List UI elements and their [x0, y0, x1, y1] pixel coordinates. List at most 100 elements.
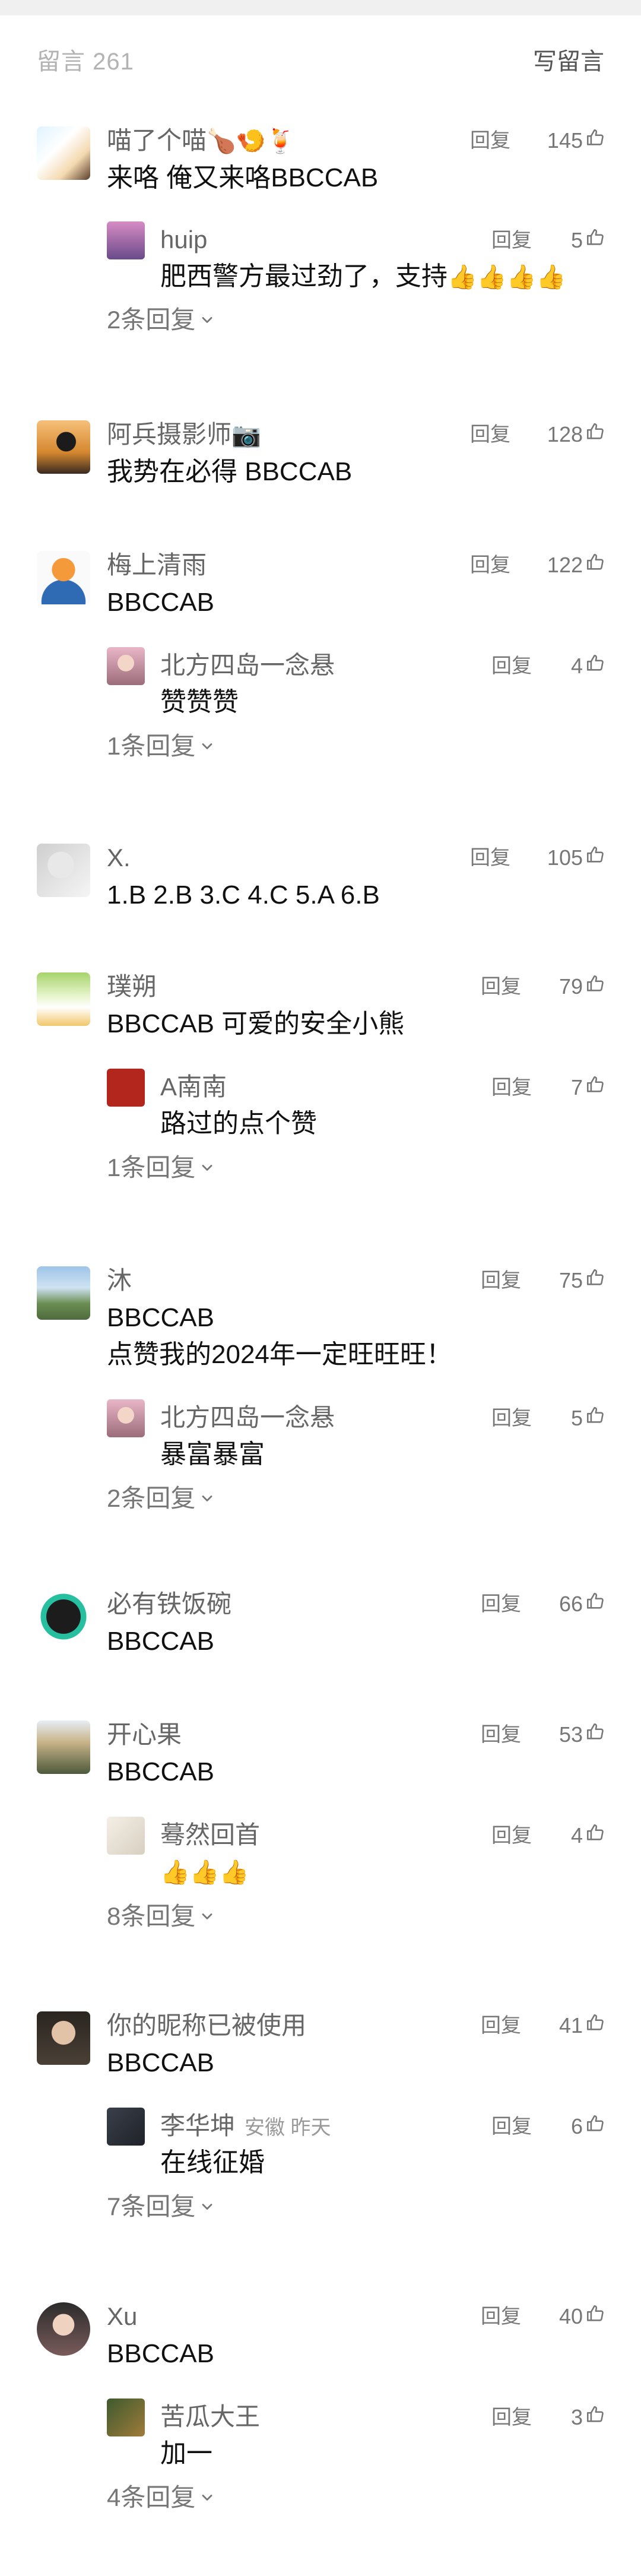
reply-author-name[interactable]: A南南: [160, 1073, 227, 1101]
expand-replies-button[interactable]: 4条回复: [107, 2479, 605, 2516]
reply-button[interactable]: 回复: [470, 122, 510, 160]
reply-button[interactable]: 回复: [491, 2108, 532, 2146]
avatar[interactable]: [37, 844, 90, 897]
comment-item: 开心果 回复 53 BBCCAB 蓦然回首 回复 4 👍👍👍 8条回复: [0, 1716, 641, 1935]
reply-avatar[interactable]: [107, 2108, 145, 2146]
like-button[interactable]: 105: [547, 839, 605, 877]
reply-button[interactable]: 回复: [481, 968, 521, 1006]
reply-avatar[interactable]: [107, 1399, 145, 1437]
like-button[interactable]: 79: [559, 968, 605, 1006]
write-comment-button[interactable]: 写留言: [533, 42, 604, 77]
like-count: 75: [559, 1268, 583, 1292]
reply-button[interactable]: 回复: [481, 2298, 521, 2336]
avatar[interactable]: [37, 420, 90, 474]
reply-author-name[interactable]: 苦瓜大王: [160, 2403, 260, 2431]
thumbs-up-icon: [585, 1262, 605, 1300]
reply-avatar[interactable]: [107, 647, 145, 685]
reply-button[interactable]: 回复: [491, 1069, 532, 1107]
commenter-name[interactable]: 开心果: [107, 1720, 182, 1748]
expand-replies-button[interactable]: 2条回复: [107, 302, 605, 338]
chevron-down-icon: [199, 2188, 215, 2225]
reply-button[interactable]: 回复: [470, 416, 510, 454]
like-button[interactable]: 3: [571, 2398, 605, 2436]
like-button[interactable]: 53: [559, 1716, 605, 1754]
commenter-name[interactable]: 阿兵摄影师: [107, 420, 231, 448]
avatar[interactable]: [37, 972, 90, 1026]
avatar[interactable]: [37, 126, 90, 180]
emoji-icon: 🍹: [265, 128, 296, 154]
reply-author-name[interactable]: 北方四岛一念悬: [160, 1403, 335, 1431]
reply-avatar[interactable]: [107, 2398, 145, 2436]
emoji-icon: 👍: [448, 264, 477, 290]
comment-text: BBCCAB: [107, 2339, 214, 2368]
reply-text-content: 肥西警方最过劲了，支持: [160, 262, 448, 291]
commenter-name[interactable]: 你的昵称已被使用: [107, 2011, 306, 2039]
avatar[interactable]: [37, 1720, 90, 1774]
reply-button[interactable]: 回复: [481, 1585, 521, 1623]
comment-item: 阿兵摄影师📷 回复 128 我势在必得 BBCCAB: [0, 416, 641, 490]
chevron-down-icon: [199, 728, 215, 765]
reply-text: 肥西警方最过劲了，支持👍👍👍👍: [160, 258, 605, 296]
reply-text: 在线征婚: [160, 2144, 605, 2181]
reply-author-name[interactable]: 李华坤: [160, 2112, 235, 2140]
like-button[interactable]: 6: [571, 2108, 605, 2146]
thumbs-up-icon: [585, 2398, 605, 2436]
comment-text: BBCCAB: [107, 1757, 214, 1786]
commenter-name[interactable]: Xu: [107, 2302, 137, 2330]
reply-author-name[interactable]: huip: [160, 226, 207, 254]
like-button[interactable]: 4: [571, 647, 605, 685]
like-count: 79: [559, 974, 583, 999]
like-button[interactable]: 122: [547, 546, 605, 584]
commenter-name[interactable]: 必有铁饭碗: [107, 1590, 231, 1618]
reply-button[interactable]: 回复: [491, 1817, 532, 1855]
commenter-name[interactable]: 喵了个喵: [107, 126, 207, 154]
avatar[interactable]: [37, 551, 90, 604]
like-button[interactable]: 40: [559, 2298, 605, 2336]
like-count: 105: [547, 845, 583, 870]
avatar[interactable]: [37, 2011, 90, 2065]
expand-replies-button[interactable]: 1条回复: [107, 728, 605, 765]
like-button[interactable]: 145: [547, 122, 605, 160]
like-button[interactable]: 5: [571, 1399, 605, 1437]
like-count: 5: [570, 228, 583, 252]
commenter-name[interactable]: 梅上清雨: [107, 551, 207, 579]
like-button[interactable]: 41: [559, 2007, 605, 2045]
reply-button[interactable]: 回复: [481, 1716, 521, 1754]
like-button[interactable]: 7: [571, 1069, 605, 1107]
expand-replies-button[interactable]: 7条回复: [107, 2188, 605, 2225]
expand-replies-button[interactable]: 8条回复: [107, 1898, 605, 1935]
reply-author-name[interactable]: 蓦然回首: [160, 1821, 260, 1849]
reply-author-name[interactable]: 北方四岛一念悬: [160, 651, 335, 679]
avatar[interactable]: [37, 1590, 90, 1643]
commenter-name[interactable]: X.: [107, 844, 131, 872]
like-count: 5: [570, 1406, 583, 1430]
thumbs-up-icon: [585, 1585, 605, 1623]
reply-text: 暴富暴富: [160, 1436, 605, 1473]
reply-button[interactable]: 回复: [491, 2398, 532, 2436]
commenter-name[interactable]: 沐: [107, 1266, 132, 1294]
thumbs-up-icon: [585, 1069, 605, 1107]
reply-avatar[interactable]: [107, 1069, 145, 1107]
expand-replies-button[interactable]: 2条回复: [107, 1480, 605, 1517]
like-button[interactable]: 75: [559, 1262, 605, 1300]
avatar[interactable]: [37, 2302, 90, 2356]
reply-avatar[interactable]: [107, 221, 145, 259]
like-button[interactable]: 5: [571, 221, 605, 259]
avatar[interactable]: [37, 1266, 90, 1320]
reply-button[interactable]: 回复: [470, 839, 510, 877]
like-button[interactable]: 4: [571, 1817, 605, 1855]
reply-button[interactable]: 回复: [470, 546, 510, 584]
expand-replies-label: 1条回复: [107, 732, 196, 760]
expand-replies-button[interactable]: 1条回复: [107, 1149, 605, 1186]
reply-button[interactable]: 回复: [491, 1399, 532, 1437]
reply-button[interactable]: 回复: [491, 221, 532, 259]
reply-button[interactable]: 回复: [481, 1262, 521, 1300]
like-button[interactable]: 66: [559, 1585, 605, 1623]
commenter-name[interactable]: 璞朔: [107, 972, 157, 1000]
comment-item: 必有铁饭碗 回复 66 BBCCAB: [0, 1585, 641, 1660]
reply-button[interactable]: 回复: [481, 2007, 521, 2045]
thumbs-up-icon: [585, 1817, 605, 1855]
reply-button[interactable]: 回复: [491, 647, 532, 685]
reply-avatar[interactable]: [107, 1817, 145, 1855]
like-button[interactable]: 128: [547, 416, 605, 454]
